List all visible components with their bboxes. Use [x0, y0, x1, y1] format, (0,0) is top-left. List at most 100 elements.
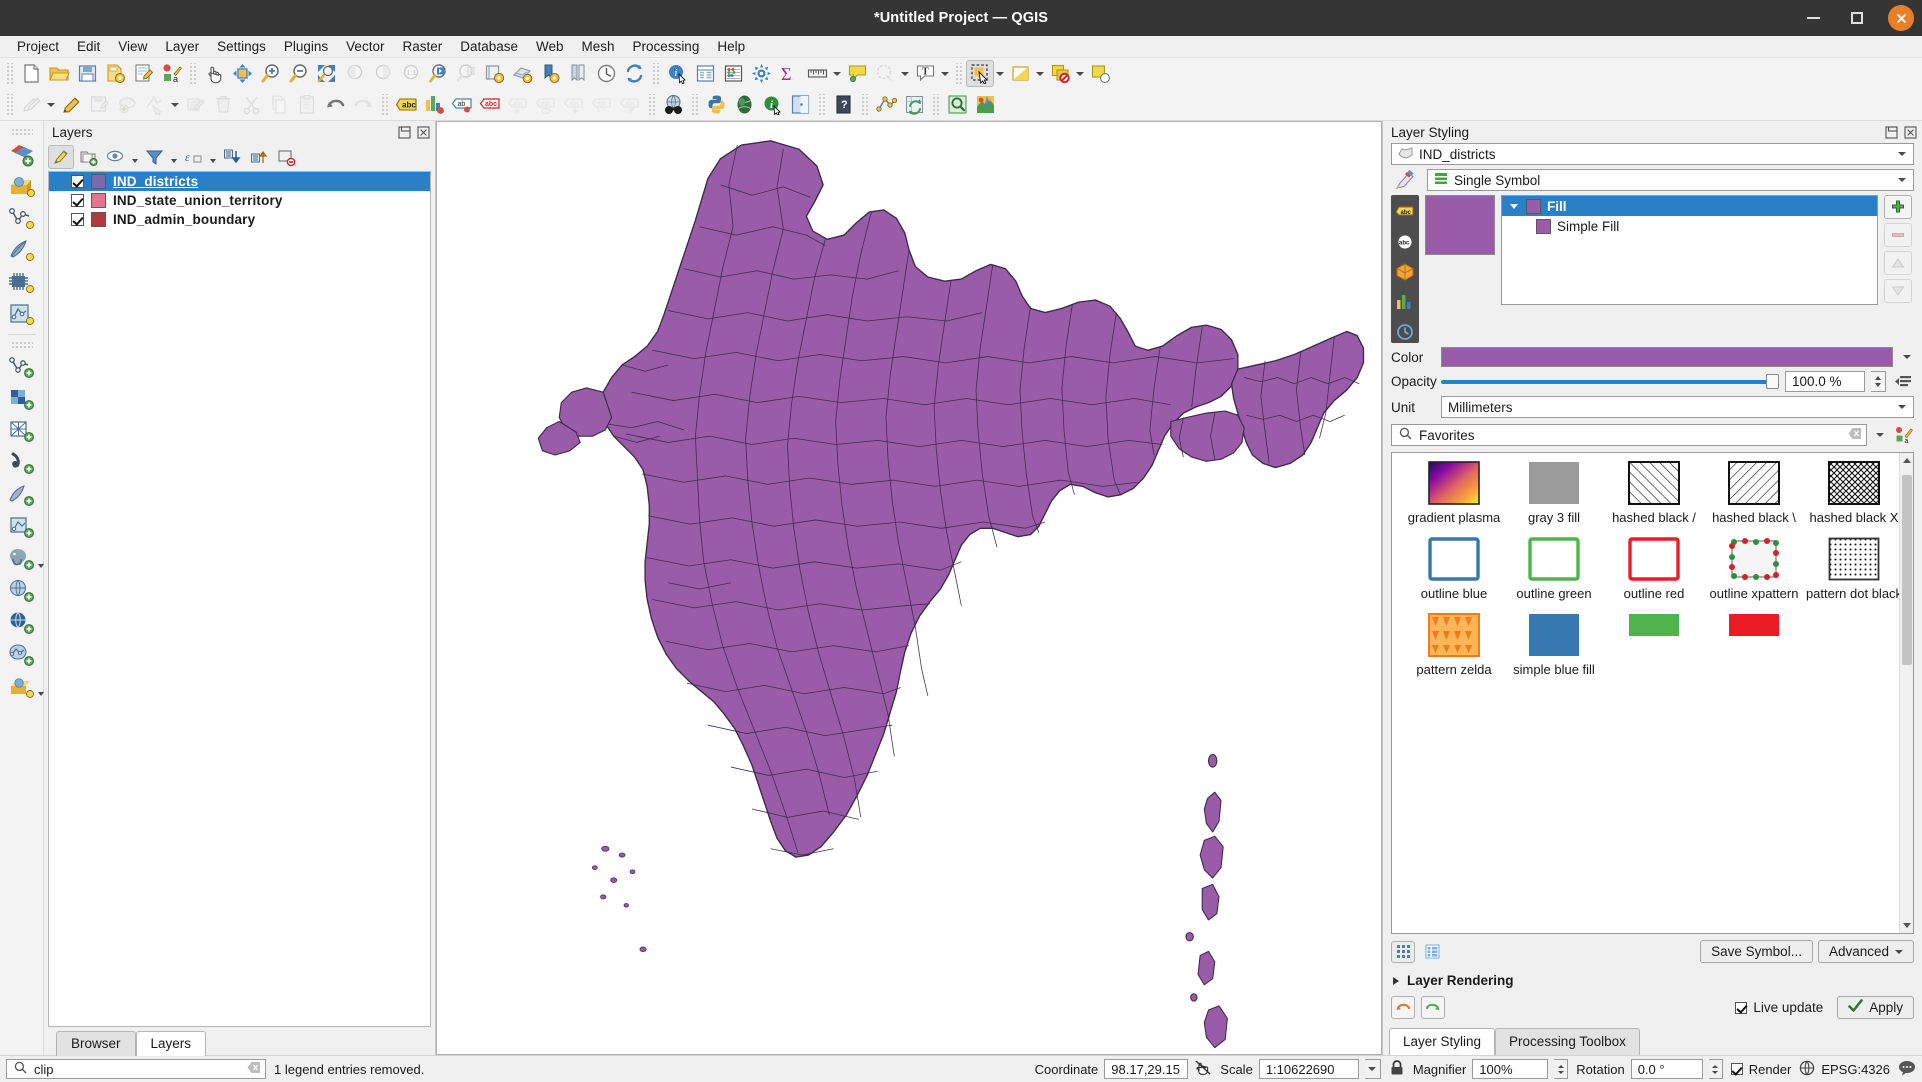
menu-database[interactable]: Database: [451, 37, 527, 56]
coordinate-value[interactable]: 98.17,29.15: [1104, 1059, 1189, 1079]
symbol-tree-item-simple-fill[interactable]: Simple Fill: [1502, 216, 1877, 236]
menu-web[interactable]: Web: [527, 37, 573, 56]
manage-visibility-icon[interactable]: [102, 145, 128, 169]
masks-icon[interactable]: abc: [1394, 231, 1416, 253]
vtoolbar-grip[interactable]: [10, 128, 33, 137]
add-wms-icon[interactable]: [5, 576, 39, 608]
show-unplaced-labels-icon[interactable]: [871, 60, 899, 87]
undo-style-button[interactable]: [1391, 996, 1415, 1019]
symbol-gallery[interactable]: gradient plasma gray 3 fill hashed black…: [1391, 452, 1914, 934]
redo-style-button[interactable]: [1421, 996, 1445, 1019]
python-console-icon[interactable]: [702, 91, 730, 118]
magnifier-stepper[interactable]: [1554, 1059, 1569, 1079]
change-label-icon[interactable]: abc: [560, 91, 588, 118]
expression-filter-caret-icon[interactable]: [207, 145, 218, 169]
toolbar-grip[interactable]: [817, 93, 826, 116]
measure-caret-icon[interactable]: [831, 60, 843, 87]
layer-rendering-section[interactable]: Layer Rendering: [1383, 963, 1922, 988]
rotation-stepper[interactable]: [1708, 1059, 1723, 1079]
render-checkbox[interactable]: [1730, 1063, 1743, 1075]
panel-close-icon[interactable]: [1902, 124, 1918, 140]
highlight-pinned-labels-icon[interactable]: ab: [448, 91, 476, 118]
expression-caret-icon[interactable]: [1074, 60, 1086, 87]
live-update-checkbox[interactable]: [1735, 1001, 1748, 1014]
style-manager-icon[interactable]: a: [157, 60, 185, 87]
zoom-full-icon[interactable]: [312, 60, 340, 87]
symbol-item-hashed-black-back[interactable]: hashed black \: [1704, 461, 1804, 525]
symbol-item-green-fill[interactable]: [1604, 613, 1704, 677]
refresh-plugin-icon[interactable]: [900, 91, 928, 118]
label-toolbar-icon[interactable]: abc: [392, 91, 420, 118]
add-spatialite-icon[interactable]: [5, 299, 39, 331]
toolbar-grip[interactable]: [931, 93, 940, 116]
save-project-icon[interactable]: [73, 60, 101, 87]
refresh-icon[interactable]: [620, 60, 648, 87]
save-layer-edits-icon[interactable]: [85, 91, 113, 118]
menu-edit[interactable]: Edit: [68, 37, 109, 56]
redo-icon[interactable]: [349, 91, 377, 118]
menu-project[interactable]: Project: [8, 37, 68, 56]
move-symbol-up-button[interactable]: [1884, 251, 1912, 275]
scale-dropdown-icon[interactable]: [1364, 1059, 1381, 1079]
symbol-item-hashed-black-x[interactable]: hashed black X: [1804, 461, 1904, 525]
opacity-stepper[interactable]: [1871, 371, 1886, 392]
measure-line-icon[interactable]: [803, 60, 831, 87]
undock-icon[interactable]: [1883, 124, 1899, 140]
3d-view-icon[interactable]: [1394, 261, 1416, 283]
symbol-item-outline-blue[interactable]: outline blue: [1404, 537, 1504, 601]
symbol-search-dropdown-icon[interactable]: [1872, 425, 1887, 445]
zoom-native-icon[interactable]: 1:1: [396, 60, 424, 87]
new-virtual-layer-icon[interactable]: [5, 416, 39, 448]
toolbar-grip[interactable]: [5, 62, 14, 85]
symbol-item-hashed-black-fwd[interactable]: hashed black /: [1604, 461, 1704, 525]
layer-item-ind-state-union-territory[interactable]: IND_state_union_territory: [49, 191, 430, 210]
toolbar-grip[interactable]: [651, 62, 660, 85]
new-text-annotation-icon[interactable]: T: [911, 60, 939, 87]
select-caret-icon[interactable]: [994, 60, 1006, 87]
symbol-layer-tree[interactable]: Fill Simple Fill: [1501, 195, 1878, 305]
zoom-to-layer-icon[interactable]: [368, 60, 396, 87]
lock-scale-icon[interactable]: [1389, 1059, 1405, 1079]
expression-filter-icon[interactable]: ε: [180, 145, 206, 169]
menu-settings[interactable]: Settings: [208, 37, 275, 56]
paste-features-icon[interactable]: [293, 91, 321, 118]
messages-icon[interactable]: [1898, 1060, 1916, 1079]
toggle-editing-icon[interactable]: [57, 91, 85, 118]
postgis-caret-icon[interactable]: [37, 564, 44, 568]
tab-layers[interactable]: Layers: [135, 1031, 207, 1056]
qgis2web-icon[interactable]: [971, 91, 999, 118]
add-feature-icon[interactable]: [113, 91, 141, 118]
edits-caret-icon[interactable]: [45, 91, 57, 118]
layer-item-ind-districts[interactable]: IND_districts: [49, 172, 430, 191]
vertex-caret-icon[interactable]: [169, 91, 181, 118]
add-group-icon[interactable]: [75, 145, 101, 169]
toolbar-grip[interactable]: [954, 62, 963, 85]
menu-mesh[interactable]: Mesh: [573, 37, 624, 56]
delete-selected-icon[interactable]: [209, 91, 237, 118]
crs-group[interactable]: EPSG:4326: [1799, 1060, 1890, 1079]
add-wcs-icon[interactable]: [5, 640, 39, 672]
color-dropdown-icon[interactable]: [1899, 347, 1914, 367]
map-tips-icon[interactable]: [843, 60, 871, 87]
annotation-caret-icon[interactable]: [939, 60, 951, 87]
undock-icon[interactable]: [396, 124, 412, 140]
tab-browser[interactable]: Browser: [56, 1031, 136, 1056]
processing-options-icon[interactable]: [747, 60, 775, 87]
add-postgis-icon[interactable]: [5, 544, 44, 576]
new-shapefile-icon[interactable]: [5, 352, 39, 384]
maximize-icon[interactable]: [1844, 5, 1870, 31]
layer-visibility-checkbox[interactable]: [71, 213, 84, 226]
open-attribute-table-icon[interactable]: [691, 60, 719, 87]
toolbar-grip[interactable]: [647, 93, 656, 116]
temporal-controller-icon[interactable]: [592, 60, 620, 87]
layer-tree[interactable]: IND_districts IND_state_union_territory …: [48, 171, 431, 1027]
toolbar-grip[interactable]: [690, 93, 699, 116]
tab-layer-styling[interactable]: Layer Styling: [1389, 1028, 1496, 1055]
new-mesh-icon[interactable]: [5, 480, 39, 512]
remove-symbol-layer-button[interactable]: [1884, 223, 1912, 247]
symbol-search-field[interactable]: Favorites: [1391, 424, 1867, 446]
advanced-button[interactable]: Advanced: [1817, 940, 1914, 963]
clear-locator-icon[interactable]: [247, 1061, 261, 1077]
history-icon[interactable]: [1394, 321, 1416, 343]
plugin-manager-icon[interactable]: [730, 91, 758, 118]
